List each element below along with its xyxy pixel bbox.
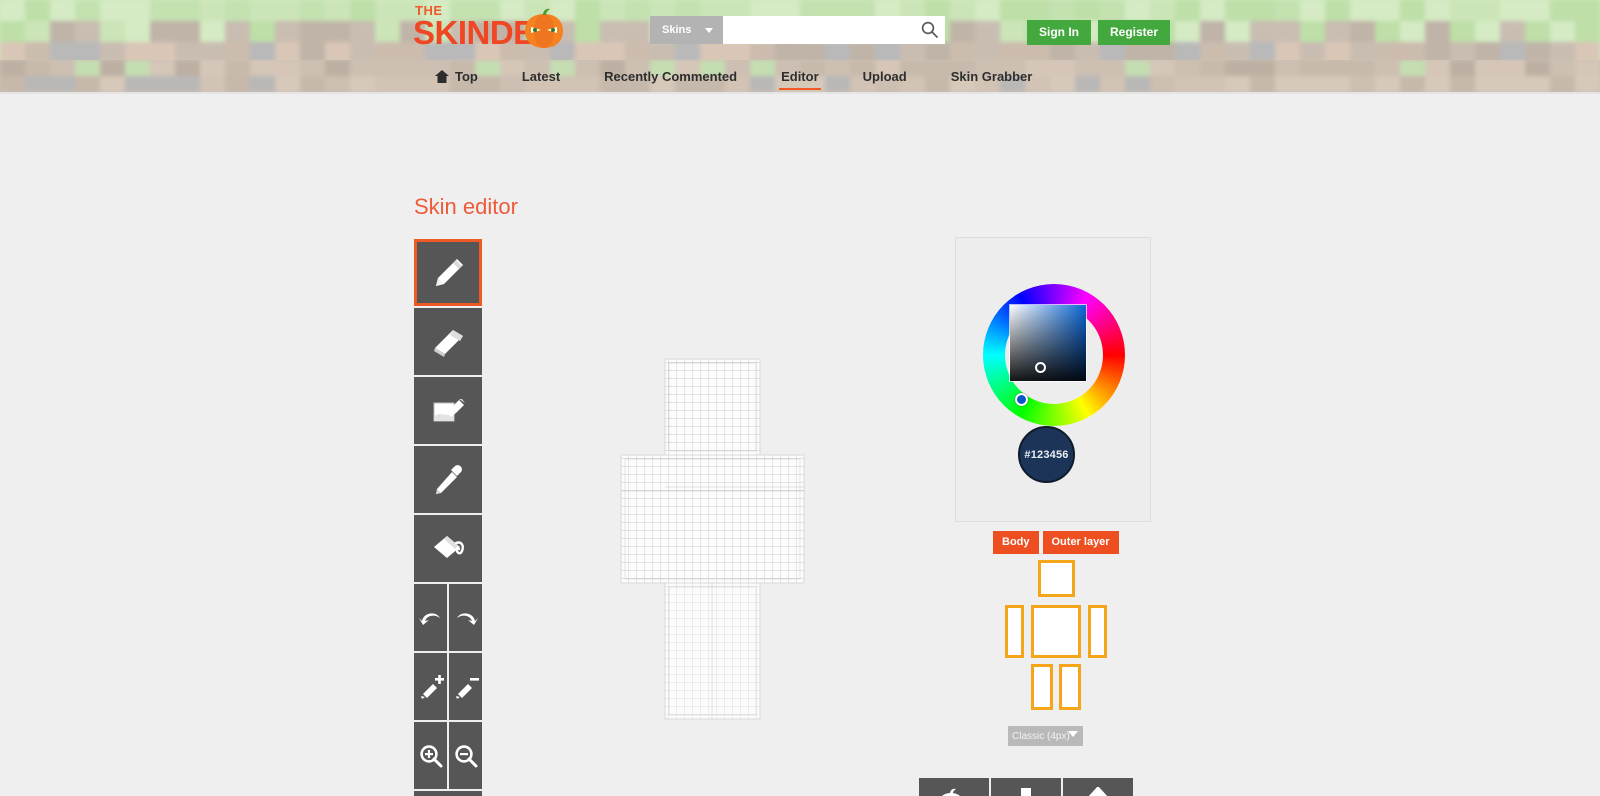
brush-size-buttons (414, 653, 482, 720)
skin-grid[interactable] (620, 354, 810, 724)
eraser-icon (434, 329, 463, 357)
search-bar: Skins (650, 16, 946, 44)
pumpkin-upload-icon (942, 788, 960, 796)
search-category-dropdown[interactable]: Skins (650, 16, 724, 44)
eyedropper-icon (436, 464, 462, 494)
redo-arrow-icon (456, 612, 478, 625)
brush-minus-icon (455, 677, 479, 699)
body-part-selector (1005, 560, 1107, 710)
nav-item-recently-commented[interactable]: Recently Commented (582, 60, 759, 92)
redo-button[interactable] (449, 584, 482, 651)
page-title: Skin editor (414, 194, 518, 219)
body-part-head[interactable] (1038, 560, 1075, 597)
body-part-right-leg[interactable] (1059, 664, 1081, 710)
nav-item-label: Skin Grabber (950, 68, 1033, 84)
editor-actions: Upload to Skindex Download Upload from C… (919, 778, 1133, 796)
noise-brush-tool[interactable] (414, 377, 482, 444)
brush-smaller-button[interactable] (449, 653, 482, 720)
home-icon (435, 69, 449, 83)
nav-item-editor[interactable]: Editor (759, 60, 841, 92)
register-button[interactable]: Register (1098, 20, 1171, 45)
upload-from-computer-button[interactable]: Upload from Computer (1063, 778, 1133, 796)
body-part-right-arm[interactable] (1088, 605, 1107, 658)
download-icon (1021, 788, 1031, 796)
auth-buttons: Sign In Register (1027, 20, 1171, 45)
nav-item-label: Upload (862, 68, 907, 84)
pencil-icon (436, 258, 463, 286)
search-icon (922, 21, 939, 38)
saturation-value-square[interactable] (1010, 305, 1086, 381)
tab-outer-layer[interactable]: Outer layer (1042, 531, 1119, 554)
model-type-select[interactable]: Classic (4px) (1008, 726, 1083, 746)
nav-item-label: Top (455, 68, 478, 84)
search-input[interactable] (723, 16, 946, 44)
paint-bucket-icon (434, 535, 464, 558)
site-header: THE SKINDEX Skins Sign In Register (0, 0, 1600, 60)
brush-plus-icon (420, 674, 444, 699)
undo-button[interactable] (414, 584, 447, 651)
hue-selector-dot[interactable] (1015, 393, 1028, 406)
zoom-in-icon (419, 744, 442, 767)
eyedropper-tool[interactable] (414, 446, 482, 513)
brush-bigger-button[interactable] (414, 653, 447, 720)
history-buttons (414, 584, 482, 651)
noise-brush-icon (433, 398, 465, 421)
page-body: Skin editor #123456 Body Outer layer Cla… (0, 94, 1600, 796)
eraser-tool[interactable] (414, 308, 482, 375)
body-part-left-arm[interactable] (1005, 605, 1024, 658)
model-layout-button[interactable] (414, 791, 482, 796)
main-navigation: Top Latest Recently Commented Editor Upload S… (0, 60, 1600, 92)
pumpkin-icon (525, 8, 563, 48)
nav-item-skin-grabber[interactable]: Skin Grabber (929, 60, 1055, 92)
nav-item-label: Editor (781, 68, 819, 84)
nav-item-label: Recently Commented (604, 68, 738, 84)
zoom-in-button[interactable] (414, 722, 447, 789)
sv-selector-dot[interactable] (1035, 362, 1046, 373)
current-color-swatch[interactable]: #123456 (1018, 426, 1075, 483)
zoom-out-icon (454, 744, 477, 767)
nav-items: Top Latest Recently Commented Editor Upload S… (413, 60, 1054, 92)
color-picker-panel: #123456 (955, 237, 1151, 522)
pencil-tool[interactable] (414, 239, 482, 306)
upload-icon (1088, 787, 1108, 796)
nav-item-label: Latest (521, 68, 561, 84)
search-category-label: Skins (662, 24, 692, 36)
nav-item-latest[interactable]: Latest (500, 60, 582, 92)
editor-toolbar: Reset Skin (414, 239, 482, 796)
paint-bucket-tool[interactable] (414, 515, 482, 582)
undo-arrow-icon (418, 612, 440, 625)
skin-canvas[interactable] (620, 354, 810, 724)
search-button[interactable] (919, 20, 941, 40)
chevron-down-icon (705, 27, 714, 33)
body-part-left-leg[interactable] (1031, 664, 1053, 710)
current-color-hex: #123456 (1024, 448, 1069, 461)
zoom-buttons (414, 722, 482, 789)
nav-item-top[interactable]: Top (413, 60, 500, 92)
layer-tabs: Body Outer layer (993, 531, 1119, 554)
body-part-torso[interactable] (1031, 605, 1081, 658)
tab-body[interactable]: Body (993, 531, 1039, 554)
color-wheel[interactable] (983, 284, 1125, 426)
upload-to-skindex-button[interactable]: Upload to Skindex (919, 778, 989, 796)
zoom-out-button[interactable] (449, 722, 482, 789)
download-button[interactable]: Download (991, 778, 1061, 796)
nav-item-upload[interactable]: Upload (841, 60, 929, 92)
sign-in-button[interactable]: Sign In (1027, 20, 1091, 45)
